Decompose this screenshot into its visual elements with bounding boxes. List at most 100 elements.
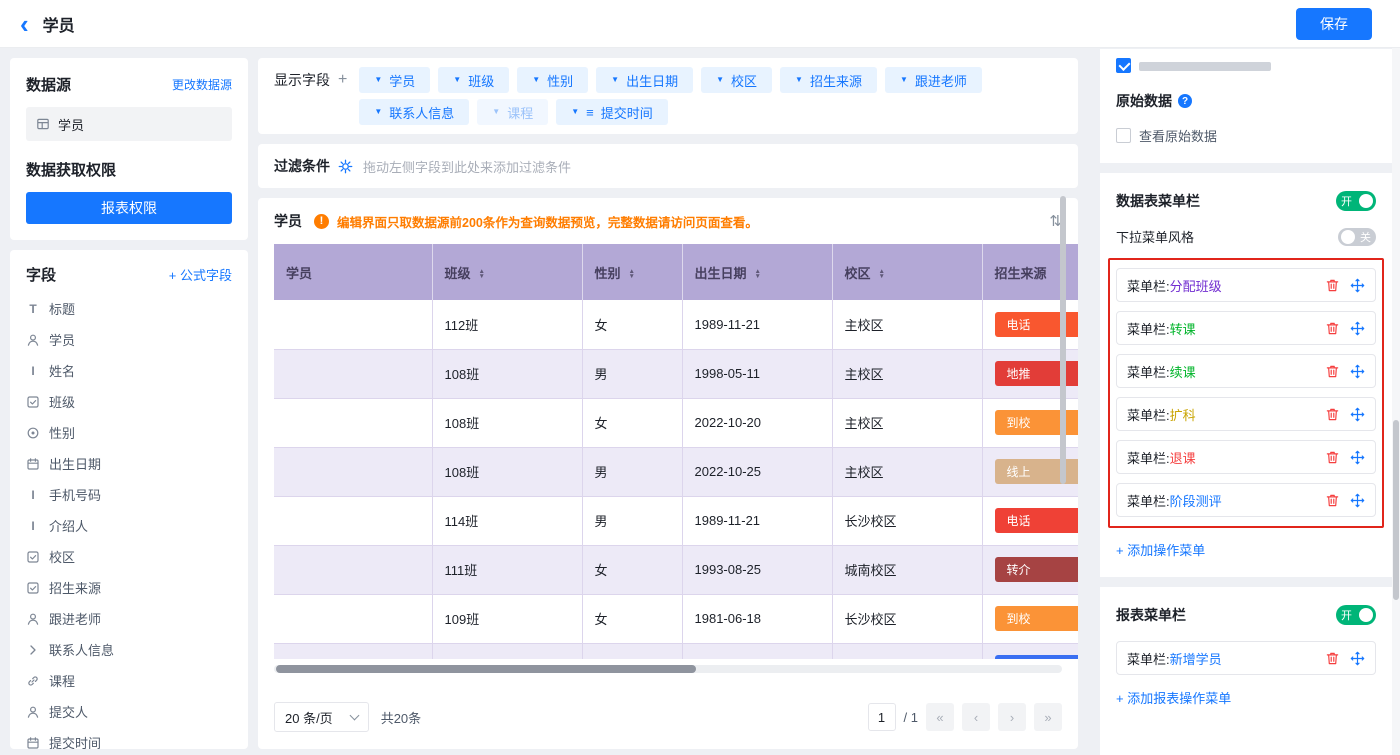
trash-icon[interactable] [1325, 407, 1340, 422]
move-icon[interactable] [1350, 651, 1365, 666]
field-item-introducer[interactable]: I 介绍人 [26, 510, 232, 541]
chevron-down-icon: ▼ [716, 76, 724, 84]
help-icon[interactable]: ? [1178, 94, 1192, 108]
col-class[interactable]: 班级▲▼ [432, 244, 582, 300]
field-item-class[interactable]: 班级 [26, 386, 232, 417]
field-chip-submit-time[interactable]: ▼≡提交时间 [556, 99, 668, 125]
add-display-field-icon[interactable]: + [338, 71, 347, 89]
field-item-contact[interactable]: 联系人信息 [26, 634, 232, 665]
trash-icon[interactable] [1325, 278, 1340, 293]
gear-icon[interactable] [338, 159, 353, 174]
page-size-select[interactable]: 20 条/页 [274, 702, 369, 732]
field-item-submitter[interactable]: 提交人 [26, 696, 232, 727]
move-icon[interactable] [1350, 364, 1365, 379]
table-row[interactable]: 114班男1989-11-21长沙校区 电话 [274, 496, 1078, 545]
col-gender[interactable]: 性别▲▼ [582, 244, 682, 300]
field-chip-gender[interactable]: ▼性别 [517, 67, 588, 93]
chevron-down-icon: ▼ [453, 76, 461, 84]
field-item-student[interactable]: 学员 [26, 324, 232, 355]
move-icon[interactable] [1350, 278, 1365, 293]
col-campus[interactable]: 校区▲▼ [832, 244, 982, 300]
trash-icon[interactable] [1325, 493, 1340, 508]
add-formula-field-link[interactable]: + 公式字段 [169, 265, 232, 284]
field-item-course[interactable]: 课程 [26, 665, 232, 696]
filter-label: 过滤条件 [274, 156, 330, 176]
field-item-source[interactable]: 招生来源 [26, 572, 232, 603]
add-report-menu-link[interactable]: + 添加报表操作菜单 [1116, 688, 1231, 707]
radio-icon [26, 426, 40, 440]
trash-icon[interactable] [1325, 364, 1340, 379]
checkbox-checked[interactable] [1116, 58, 1131, 73]
checkbox[interactable] [1116, 128, 1131, 143]
next-page-button[interactable]: › [998, 703, 1026, 731]
window-scrollbar-thumb[interactable] [1393, 420, 1399, 600]
sort-icon[interactable]: ▲▼ [755, 269, 761, 279]
report-menu-toggle[interactable]: 开 [1336, 605, 1376, 625]
sort-icon[interactable]: ▲▼ [629, 269, 635, 279]
field-chip-teacher[interactable]: ▼跟进老师 [885, 67, 982, 93]
move-icon[interactable] [1350, 493, 1365, 508]
report-menu-item[interactable]: 菜单栏: 新增学员 [1116, 641, 1376, 675]
field-item-title[interactable]: T 标题 [26, 293, 232, 324]
field-item-phone[interactable]: I 手机号码 [26, 479, 232, 510]
table-row[interactable]: 112班女1989-11-21主校区 电话 [274, 300, 1078, 349]
datasource-title: 数据源 [26, 74, 71, 95]
field-item-name[interactable]: I 姓名 [26, 355, 232, 386]
field-chip-campus[interactable]: ▼校区 [701, 67, 772, 93]
move-icon[interactable] [1350, 450, 1365, 465]
current-page[interactable]: 1 [868, 703, 896, 731]
sort-icon[interactable]: ▲▼ [879, 269, 885, 279]
dropdown-style-toggle[interactable]: 关 [1338, 228, 1376, 246]
move-icon[interactable] [1350, 321, 1365, 336]
report-permission-button[interactable]: 报表权限 [26, 192, 232, 224]
table-row[interactable]: 111班女1981-06-18城南校区 招生 [274, 643, 1078, 659]
menu-item[interactable]: 菜单栏: 阶段测评 [1116, 483, 1376, 517]
change-datasource-link[interactable]: 更改数据源 [172, 76, 232, 93]
horizontal-scrollbar[interactable] [274, 665, 1062, 673]
window-scrollbar[interactable] [1392, 48, 1400, 755]
select-icon [26, 550, 40, 564]
back-icon[interactable]: ‹ [20, 11, 29, 37]
trash-icon[interactable] [1325, 450, 1340, 465]
field-chip-contact[interactable]: ▼联系人信息 [359, 99, 469, 125]
drag-handle-icon[interactable]: ≡ [586, 106, 594, 119]
menu-name: 退课 [1170, 448, 1196, 467]
panel-scrollbar-thumb[interactable] [1060, 196, 1066, 484]
field-item-birthdate[interactable]: 出生日期 [26, 448, 232, 479]
field-chip-class[interactable]: ▼班级 [438, 67, 509, 93]
table-row[interactable]: 111班女1993-08-25城南校区 转介 [274, 545, 1078, 594]
menu-item[interactable]: 菜单栏: 扩科 [1116, 397, 1376, 431]
prev-page-button[interactable]: ‹ [962, 703, 990, 731]
datasource-item[interactable]: 学员 [26, 107, 232, 141]
col-student[interactable]: 学员 [274, 244, 432, 300]
menu-item[interactable]: 菜单栏: 退课 [1116, 440, 1376, 474]
menu-item[interactable]: 菜单栏: 续课 [1116, 354, 1376, 388]
menu-item[interactable]: 菜单栏: 分配班级 [1116, 268, 1376, 302]
last-page-button[interactable]: » [1034, 703, 1062, 731]
sort-icon[interactable]: ▲▼ [479, 269, 485, 279]
table-row[interactable]: 108班男2022-10-25主校区 线上 [274, 447, 1078, 496]
pagination-bar: 20 条/页 共20条 1 / 1 « ‹ › » [274, 699, 1062, 735]
table-menu-toggle[interactable]: 开 [1336, 191, 1376, 211]
first-page-button[interactable]: « [926, 703, 954, 731]
field-item-teacher[interactable]: 跟进老师 [26, 603, 232, 634]
field-item-submit-time[interactable]: 提交时间 [26, 727, 232, 749]
field-chip-birthdate[interactable]: ▼出生日期 [596, 67, 693, 93]
trash-icon[interactable] [1325, 651, 1340, 666]
add-menu-link[interactable]: + 添加操作菜单 [1116, 540, 1205, 559]
field-chip-source[interactable]: ▼招生来源 [780, 67, 877, 93]
menu-item[interactable]: 菜单栏: 转课 [1116, 311, 1376, 345]
view-raw-data-option[interactable]: 查看原始数据 [1116, 126, 1376, 145]
horizontal-scrollbar-thumb[interactable] [276, 665, 696, 673]
table-row[interactable]: 108班女2022-10-20主校区 到校 [274, 398, 1078, 447]
field-chip-student[interactable]: ▼学员 [359, 67, 430, 93]
move-icon[interactable] [1350, 407, 1365, 422]
field-chip-course[interactable]: ▼课程 [477, 99, 548, 125]
table-row[interactable]: 108班男1998-05-11主校区 地推 [274, 349, 1078, 398]
save-button[interactable]: 保存 [1296, 8, 1372, 40]
trash-icon[interactable] [1325, 321, 1340, 336]
field-item-gender[interactable]: 性别 [26, 417, 232, 448]
field-item-campus[interactable]: 校区 [26, 541, 232, 572]
table-row[interactable]: 109班女1981-06-18长沙校区 到校 [274, 594, 1078, 643]
col-birthdate[interactable]: 出生日期▲▼ [682, 244, 832, 300]
